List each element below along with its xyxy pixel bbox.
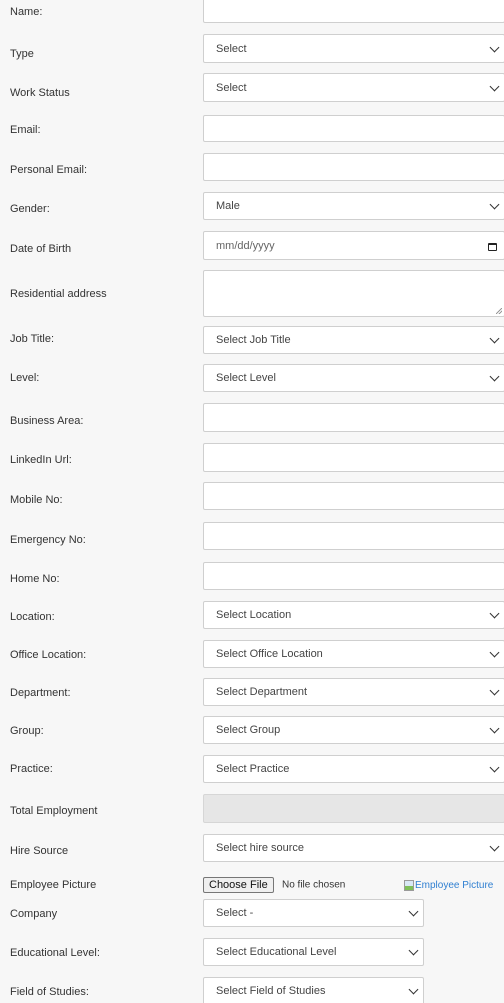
job-title-select[interactable]: Select Job Title xyxy=(203,326,504,354)
group-selected-value: Select Group xyxy=(216,724,281,736)
home-no-input[interactable] xyxy=(203,562,504,590)
educational-level-select[interactable]: Select Educational Level xyxy=(203,938,424,966)
chevron-down-icon xyxy=(408,945,419,956)
office-location-label: Office Location: xyxy=(10,649,87,661)
email-label: Email: xyxy=(10,124,41,136)
chevron-down-icon xyxy=(489,371,500,382)
company-label: Company xyxy=(10,908,58,920)
office-location-selected-value: Select Office Location xyxy=(216,648,323,660)
department-select[interactable]: Select Department xyxy=(203,678,504,706)
choose-file-button[interactable]: Choose File xyxy=(203,877,274,893)
level-label: Level: xyxy=(10,372,40,384)
job-title-label: Job Title: xyxy=(10,333,55,345)
email-input[interactable] xyxy=(203,115,504,142)
chevron-down-icon xyxy=(489,841,500,852)
linkedin-url-input[interactable] xyxy=(203,443,504,472)
hire-source-label: Hire Source xyxy=(10,845,69,857)
linkedin-url-label: LinkedIn Url: xyxy=(10,454,72,466)
educational-level-label: Educational Level: xyxy=(10,947,100,959)
date-of-birth-label: Date of Birth xyxy=(10,243,72,255)
personal-email-input[interactable] xyxy=(203,153,504,181)
employee-picture-preview: Employee Picture xyxy=(404,877,504,893)
chevron-down-icon xyxy=(489,199,500,210)
location-select[interactable]: Select Location xyxy=(203,601,504,629)
field-of-studies-select[interactable]: Select Field of Studies xyxy=(203,977,424,1003)
practice-label: Practice: xyxy=(10,763,53,775)
company-select[interactable]: Select - xyxy=(203,899,424,927)
gender-select[interactable]: Male xyxy=(203,192,504,220)
name-input[interactable] xyxy=(203,0,504,23)
location-label: Location: xyxy=(10,611,55,623)
hire-source-select[interactable]: Select hire source xyxy=(203,834,504,862)
gender-selected-value: Male xyxy=(216,200,240,212)
emergency-no-label: Emergency No: xyxy=(10,534,86,546)
hire-source-selected-value: Select hire source xyxy=(216,842,305,854)
file-status-text: No file chosen xyxy=(282,879,346,891)
location-selected-value: Select Location xyxy=(216,609,292,621)
group-select[interactable]: Select Group xyxy=(203,716,504,744)
practice-select[interactable]: Select Practice xyxy=(203,755,504,783)
employee-picture-label: Employee Picture xyxy=(10,879,97,891)
chevron-down-icon xyxy=(489,762,500,773)
chevron-down-icon xyxy=(489,647,500,658)
chevron-down-icon xyxy=(489,608,500,619)
home-no-label: Home No: xyxy=(10,573,60,585)
date-of-birth-placeholder: mm/dd/yyyy xyxy=(216,239,275,252)
employee-picture-alt: Employee Picture xyxy=(415,879,494,891)
work-status-select[interactable]: Select xyxy=(203,73,504,102)
chevron-down-icon xyxy=(408,984,419,995)
office-location-select[interactable]: Select Office Location xyxy=(203,640,504,668)
chevron-down-icon xyxy=(489,81,500,91)
chevron-down-icon xyxy=(489,723,500,734)
date-of-birth-date-input[interactable]: mm/dd/yyyy xyxy=(203,231,504,260)
level-select[interactable]: Select Level xyxy=(203,364,504,392)
residential-address-label: Residential address xyxy=(10,288,107,300)
name-label: Name: xyxy=(10,6,43,18)
resize-handle-icon[interactable] xyxy=(496,308,502,314)
type-label: Type xyxy=(10,48,34,60)
emergency-no-input[interactable] xyxy=(203,522,504,550)
educational-level-selected-value: Select Educational Level xyxy=(216,946,337,958)
department-label: Department: xyxy=(10,687,71,699)
practice-selected-value: Select Practice xyxy=(216,763,290,775)
total-employment-input xyxy=(203,794,504,823)
residential-address-textarea[interactable] xyxy=(203,270,504,317)
mobile-no-label: Mobile No: xyxy=(10,494,63,506)
work-status-selected-value: Select xyxy=(216,81,247,94)
business-area-input[interactable] xyxy=(203,403,504,432)
department-selected-value: Select Department xyxy=(216,686,308,698)
employee-form: Name: Type Select Work Status Select Email: Pe… xyxy=(0,0,504,1003)
work-status-label: Work Status xyxy=(10,87,70,99)
mobile-no-input[interactable] xyxy=(203,482,504,510)
chevron-down-icon xyxy=(489,333,500,344)
broken-image-icon xyxy=(404,879,414,891)
gender-label: Gender: xyxy=(10,203,50,215)
field-of-studies-label: Field of Studies: xyxy=(10,986,89,998)
personal-email-label: Personal Email: xyxy=(10,164,88,176)
type-selected-value: Select xyxy=(216,42,247,55)
level-selected-value: Select Level xyxy=(216,372,276,384)
chevron-down-icon xyxy=(489,685,500,696)
company-selected-value: Select - xyxy=(216,907,254,919)
job-title-selected-value: Select Job Title xyxy=(216,334,291,346)
type-select[interactable]: Select xyxy=(203,34,504,63)
business-area-label: Business Area: xyxy=(10,415,84,427)
chevron-down-icon xyxy=(408,906,419,917)
calendar-icon[interactable] xyxy=(488,242,497,251)
group-label: Group: xyxy=(10,725,44,737)
chevron-down-icon xyxy=(489,42,500,52)
total-employment-label: Total Employment xyxy=(10,805,98,817)
field-of-studies-selected-value: Select Field of Studies xyxy=(216,985,326,997)
